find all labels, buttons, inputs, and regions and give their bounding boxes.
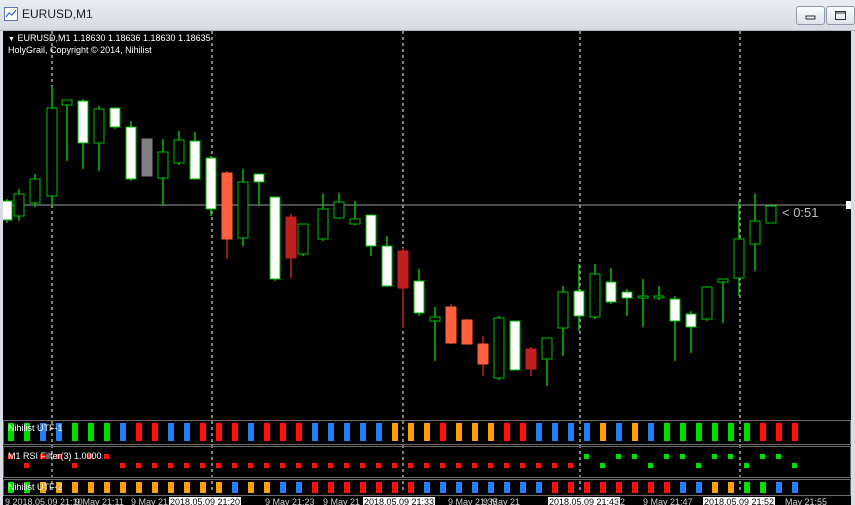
candle-body — [717, 278, 729, 283]
rsi-filter-pane — [3, 446, 851, 478]
time-axis-tick: 9 May 21 — [323, 497, 361, 505]
candle-body — [157, 151, 169, 179]
chart-window-icon — [4, 7, 18, 21]
candle-body — [29, 178, 41, 204]
price-marker — [846, 201, 851, 209]
symbol-quote-line: EURUSD,M1 1.18630 1.18636 1.18630 1.1863… — [17, 33, 211, 43]
candle-body — [46, 107, 58, 197]
time-axis-tick: 42 — [615, 497, 626, 505]
candle-body — [429, 316, 441, 322]
candle-body — [285, 216, 297, 259]
candle-body — [477, 343, 489, 365]
candle-body — [253, 173, 265, 183]
candle-body — [297, 223, 309, 255]
maximize-button[interactable] — [826, 6, 855, 25]
candle-body — [445, 306, 457, 344]
candle-body — [605, 281, 617, 303]
candle-body — [381, 245, 393, 287]
candle-body — [525, 348, 537, 370]
candle-body — [269, 196, 281, 280]
minimize-icon — [805, 15, 816, 20]
candle-body — [397, 250, 409, 289]
candle-body — [221, 172, 233, 240]
candle-body — [541, 337, 553, 360]
collapse-triangle-icon[interactable]: ▼ — [8, 36, 15, 43]
indicator-header: HolyGrail, Copyright © 2014, Nihilist — [8, 45, 152, 55]
candle-body — [13, 193, 25, 217]
minimize-button[interactable] — [796, 6, 825, 25]
candle-body — [109, 107, 121, 128]
utf2-label: Nihilist UTF-2 — [8, 482, 63, 492]
symbol-header: ▼ EURUSD,M1 1.18630 1.18636 1.18630 1.18… — [8, 33, 211, 43]
candle-body — [493, 317, 505, 379]
window-title: EURUSD,M1 — [22, 7, 93, 21]
candle-body — [205, 157, 217, 210]
candle-body — [701, 286, 713, 320]
time-axis-tick: 2018.05.09 21:20 — [169, 497, 242, 505]
bar-countdown: < 0:51 — [782, 205, 819, 220]
candle-body — [349, 218, 361, 225]
candle-body — [125, 126, 137, 180]
candle-body — [589, 273, 601, 318]
time-axis-tick: 9 May 21:47 — [643, 497, 693, 505]
time-axis-tick: May 21:55 — [785, 497, 828, 505]
candle-body — [573, 290, 585, 317]
candle-body — [141, 138, 153, 177]
candle-body — [317, 208, 329, 240]
candle-body — [733, 238, 745, 279]
candle-body — [237, 181, 249, 239]
chart-area[interactable]: ▼ EURUSD,M1 1.18630 1.18636 1.18630 1.18… — [3, 31, 851, 505]
utf1-pane — [3, 420, 851, 445]
candle-body — [669, 298, 681, 322]
candle-body — [461, 319, 473, 345]
candle-body — [93, 108, 105, 144]
candle-body — [637, 295, 649, 299]
candle-body — [189, 140, 201, 180]
rsi-filter-label: M1 RSI Filter(3) 1.0000 — [8, 451, 102, 461]
utf1-label: Nihilist UTF-1 — [8, 423, 63, 433]
candle-body — [77, 100, 89, 144]
time-axis-tick: 9 2018.05.09 21:10 — [5, 497, 83, 505]
candle-body — [3, 200, 13, 221]
candle-body — [765, 205, 777, 224]
candle-body — [413, 280, 425, 314]
candle-body — [333, 201, 345, 219]
time-axis-tick: 2018.05.09 21:33 — [363, 497, 436, 505]
maximize-icon — [835, 11, 846, 20]
time-axis-tick: 2018.05.09 21:43 — [548, 497, 621, 505]
time-axis-tick: 9 May 21:23 — [265, 497, 315, 505]
window-titlebar: EURUSD,M1 — [0, 0, 855, 31]
candle-body — [61, 99, 73, 106]
utf2-pane — [3, 479, 851, 496]
candle-body — [365, 214, 377, 247]
candle-body — [621, 291, 633, 299]
time-axis-tick: 2018.05.09 21:52 — [703, 497, 776, 505]
candle-body — [749, 220, 761, 245]
candle-body — [509, 320, 521, 371]
candle-body — [685, 313, 697, 328]
candle-body — [557, 291, 569, 329]
time-axis-tick: 9 May 21 — [483, 497, 521, 505]
candle-body — [653, 295, 665, 299]
candle-body — [173, 139, 185, 164]
time-axis-tick: 9 May 21:11 — [75, 497, 124, 505]
